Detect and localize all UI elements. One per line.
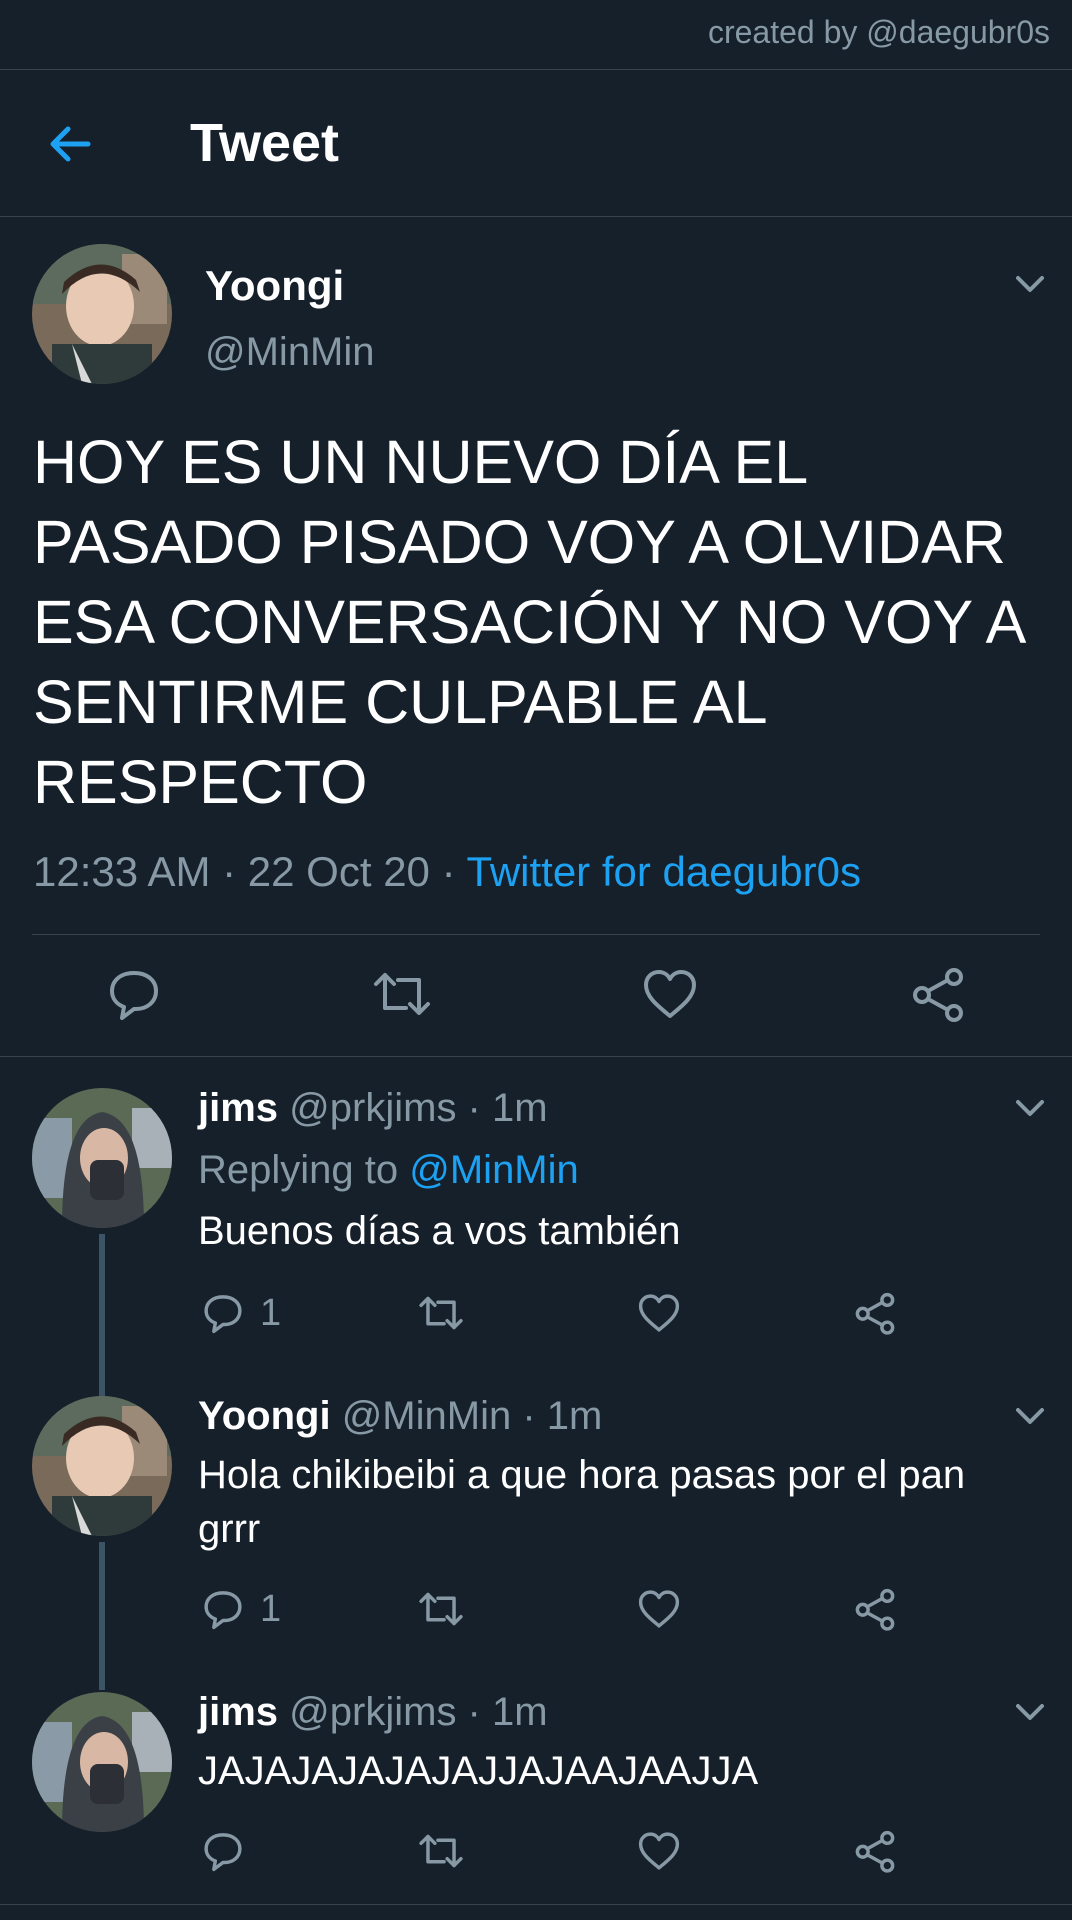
reply-author-name[interactable]: jims: [198, 1690, 278, 1734]
meta-separator: ·: [456, 1690, 492, 1734]
reply-button[interactable]: 1: [200, 1288, 281, 1338]
like-button[interactable]: [636, 1826, 682, 1876]
author-handle[interactable]: @MinMin: [205, 330, 375, 375]
avatar-image: [32, 1396, 172, 1536]
chevron-down-icon: [1016, 1100, 1044, 1116]
reply-button[interactable]: 1: [200, 1584, 281, 1634]
avatar-image: [32, 1088, 172, 1228]
replying-to-label: Replying to: [198, 1148, 399, 1192]
back-button[interactable]: [44, 118, 100, 170]
like-icon: [638, 1294, 680, 1332]
tweet-divider: [0, 1056, 1072, 1057]
meta-separator: ·: [456, 1086, 492, 1130]
like-icon: [638, 1832, 680, 1870]
avatar[interactable]: [32, 1396, 172, 1536]
chevron-down-icon: [1016, 1408, 1044, 1424]
retweet-icon: [374, 973, 430, 1015]
replying-to-link[interactable]: @MinMin: [409, 1148, 579, 1192]
reply-header: jims @prkjims · 1m: [198, 1690, 548, 1735]
reply-icon: [204, 1295, 242, 1334]
reply-author-handle[interactable]: @prkjims: [289, 1086, 456, 1130]
retweet-icon: [419, 1592, 463, 1626]
watermark: created by @daegubr0s: [707, 14, 1050, 50]
tweet-date: 22 Oct 20: [247, 848, 430, 895]
meta-separator: ·: [429, 848, 467, 895]
tweet-time: 12:33 AM: [33, 848, 211, 895]
chevron-down-icon: [1016, 276, 1044, 292]
header-bar: Tweet: [0, 70, 1072, 216]
reply-author-name[interactable]: Yoongi: [198, 1394, 331, 1438]
reply-button[interactable]: [200, 1826, 246, 1876]
page-title: Tweet: [190, 113, 340, 173]
share-icon: [855, 1588, 895, 1631]
avatar[interactable]: [32, 1088, 172, 1228]
avatar-image: [32, 1692, 172, 1832]
like-button[interactable]: [640, 964, 700, 1024]
share-button[interactable]: [852, 1288, 898, 1338]
header-divider: [0, 216, 1072, 217]
reply-button[interactable]: [104, 964, 164, 1024]
share-button[interactable]: [908, 964, 968, 1024]
retweet-icon: [419, 1296, 463, 1330]
reply-count: 1: [260, 1291, 282, 1334]
author-name[interactable]: Yoongi: [205, 262, 344, 310]
back-arrow-icon: [50, 126, 91, 162]
reply-count: 1: [260, 1587, 282, 1630]
bottom-divider: [0, 1904, 1072, 1905]
thread-line: [99, 1234, 105, 1396]
share-icon: [913, 968, 963, 1022]
reply-author-handle[interactable]: @prkjims: [289, 1690, 456, 1734]
retweet-button[interactable]: [418, 1288, 464, 1338]
reply-time: 1m: [491, 1086, 548, 1130]
replying-to: Replying to @MinMin: [198, 1148, 579, 1193]
avatar[interactable]: [32, 1692, 172, 1832]
tweet-meta: 12:33 AM · 22 Oct 20 · Twitter for daegu…: [33, 848, 861, 896]
tweet-menu-button[interactable]: [1010, 268, 1050, 298]
like-button[interactable]: [636, 1288, 682, 1338]
reply-author-handle[interactable]: @MinMin: [342, 1394, 512, 1438]
retweet-button[interactable]: [418, 1826, 464, 1876]
tweet-menu-button[interactable]: [1010, 1400, 1050, 1430]
reply-header: Yoongi @MinMin · 1m: [198, 1394, 602, 1439]
retweet-button[interactable]: [372, 964, 432, 1024]
meta-separator: ·: [511, 1394, 547, 1438]
retweet-button[interactable]: [418, 1584, 464, 1634]
reply-icon: [204, 1591, 242, 1630]
meta-divider: [32, 934, 1040, 935]
thread-line: [99, 1542, 105, 1690]
tweet-menu-button[interactable]: [1010, 1092, 1050, 1122]
reply-time: 1m: [491, 1690, 548, 1734]
reply-text: Buenos días a vos también: [198, 1209, 681, 1253]
tweet-source-link[interactable]: Twitter for daegubr0s: [466, 848, 861, 895]
reply-time: 1m: [546, 1394, 603, 1438]
like-button[interactable]: [636, 1584, 682, 1634]
reply-header: jims @prkjims · 1m: [198, 1086, 548, 1131]
avatar[interactable]: [32, 244, 172, 384]
like-icon: [638, 1590, 680, 1628]
chevron-down-icon: [1016, 1704, 1044, 1720]
share-icon: [855, 1292, 895, 1335]
reply-text: JAJAJAJAJAJAJJAJAAJAAJJA: [198, 1749, 759, 1793]
meta-separator: ·: [210, 848, 248, 895]
tweet-menu-button[interactable]: [1010, 1696, 1050, 1726]
avatar-image: [32, 244, 172, 384]
share-button[interactable]: [852, 1584, 898, 1634]
reply-icon: [110, 971, 158, 1020]
like-icon: [644, 970, 696, 1018]
retweet-icon: [419, 1834, 463, 1868]
reply-icon: [204, 1833, 242, 1872]
share-icon: [855, 1830, 895, 1873]
reply-text: Hola chikibeibi a que hora pasas por el …: [198, 1453, 966, 1551]
tweet-text: HOY ES UN NUEVO DÍA EL PASADO PISADO VOY…: [33, 428, 1023, 816]
share-button[interactable]: [852, 1826, 898, 1876]
reply-author-name[interactable]: jims: [198, 1086, 278, 1130]
